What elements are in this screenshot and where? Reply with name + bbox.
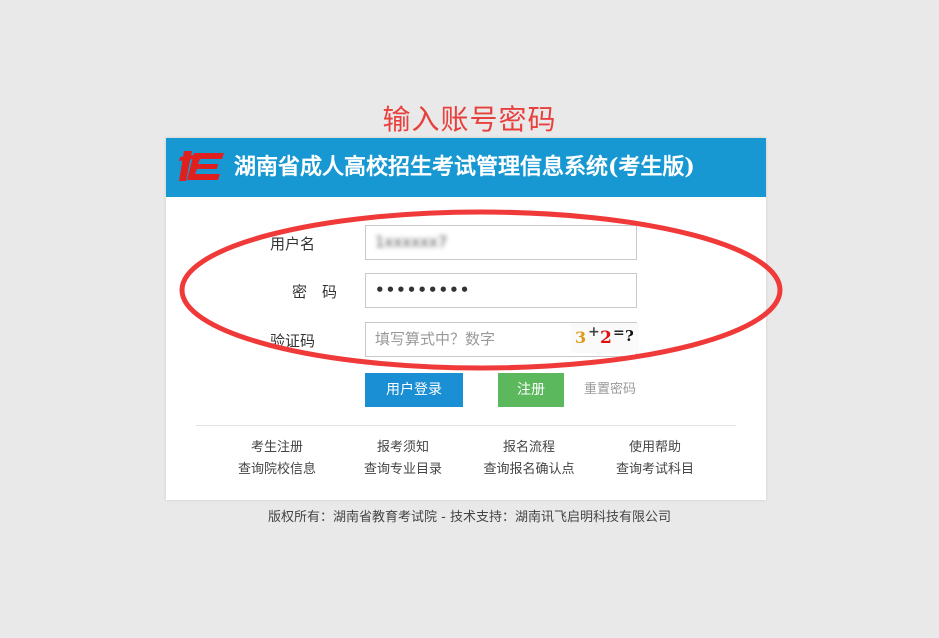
login-card: 湖南省成人高校招生考试管理信息系统(考生版) 用户名 1xxxxxx7 密 码 … xyxy=(166,138,766,500)
divider xyxy=(196,425,736,426)
password-label: 密 码 xyxy=(292,283,338,301)
link-registration-process[interactable]: 报名流程 xyxy=(464,438,594,458)
captcha-digit-b: 2 xyxy=(600,328,612,348)
username-label: 用户名 xyxy=(270,235,316,253)
reset-password-link[interactable]: 重置密码 xyxy=(584,373,636,407)
system-logo-icon xyxy=(179,151,224,181)
username-value: 1xxxxxx7 xyxy=(375,233,448,251)
login-button[interactable]: 用户登录 xyxy=(365,373,463,407)
header-bar: 湖南省成人高校招生考试管理信息系统(考生版) xyxy=(166,138,766,197)
link-query-colleges[interactable]: 查询院校信息 xyxy=(212,460,342,480)
footer-copyright: 版权所有：湖南省教育考试院 - 技术支持：湖南讯飞启明科技有限公司 xyxy=(268,510,671,525)
annotation-title: 输入账号密码 xyxy=(382,103,557,136)
link-help[interactable]: 使用帮助 xyxy=(590,438,720,458)
username-field[interactable]: 1xxxxxx7 xyxy=(365,225,637,260)
password-value: ••••••••• xyxy=(375,281,471,299)
captcha-label: 验证码 xyxy=(270,332,316,350)
link-query-confirmation-sites[interactable]: 查询报名确认点 xyxy=(464,460,594,480)
register-button[interactable]: 注册 xyxy=(498,373,564,407)
captcha-question: ? xyxy=(625,327,634,345)
captcha-digit-a: 3 xyxy=(575,328,587,347)
link-query-majors[interactable]: 查询专业目录 xyxy=(338,460,468,480)
captcha-image[interactable]: 3 + 2 = ? xyxy=(571,323,639,353)
system-title: 湖南省成人高校招生考试管理信息系统(考生版) xyxy=(234,154,695,180)
captcha-operator: + xyxy=(588,324,600,340)
captcha-placeholder: 填写算式中？数字 xyxy=(375,330,496,348)
password-field[interactable]: ••••••••• xyxy=(365,273,637,308)
link-query-subjects[interactable]: 查询考试科目 xyxy=(590,460,720,480)
link-exam-register[interactable]: 考生注册 xyxy=(212,438,342,458)
captcha-equals: = xyxy=(613,325,625,341)
link-exam-notice[interactable]: 报考须知 xyxy=(338,438,468,458)
